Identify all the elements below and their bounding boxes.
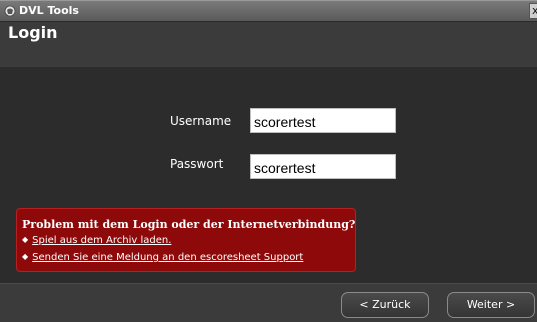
app-window: DVL Tools x Login Username Passwort Prob… [0,0,537,322]
bullet-icon: ◆ [22,252,29,261]
load-archive-link[interactable]: ◆ Spiel aus dem Archiv laden. [22,235,171,246]
password-label: Passwort [170,157,224,171]
login-problem-title: Problem mit dem Login oder der Internetv… [22,218,356,231]
login-problem-box: Problem mit dem Login oder der Internetv… [16,208,356,272]
footer-bar: < Zurück Weiter > [0,283,537,322]
username-input[interactable] [250,108,396,133]
send-support-report-link-label[interactable]: Senden Sie eine Meldung an den escoreshe… [32,252,303,263]
bullet-icon: ◆ [22,235,29,244]
window-title: DVL Tools [19,4,79,17]
app-logo-icon [4,5,16,17]
title-bar: DVL Tools x [0,0,537,22]
page-title: Login [8,23,58,42]
back-button[interactable]: < Zurück [341,292,429,318]
send-support-report-link[interactable]: ◆ Senden Sie eine Meldung an den escoresh… [22,252,303,263]
username-label: Username [170,114,232,128]
page-header [0,22,537,67]
password-input[interactable] [250,154,396,179]
load-archive-link-label[interactable]: Spiel aus dem Archiv laden. [32,235,171,246]
next-button[interactable]: Weiter > [447,292,535,318]
close-icon[interactable]: x [529,3,537,19]
